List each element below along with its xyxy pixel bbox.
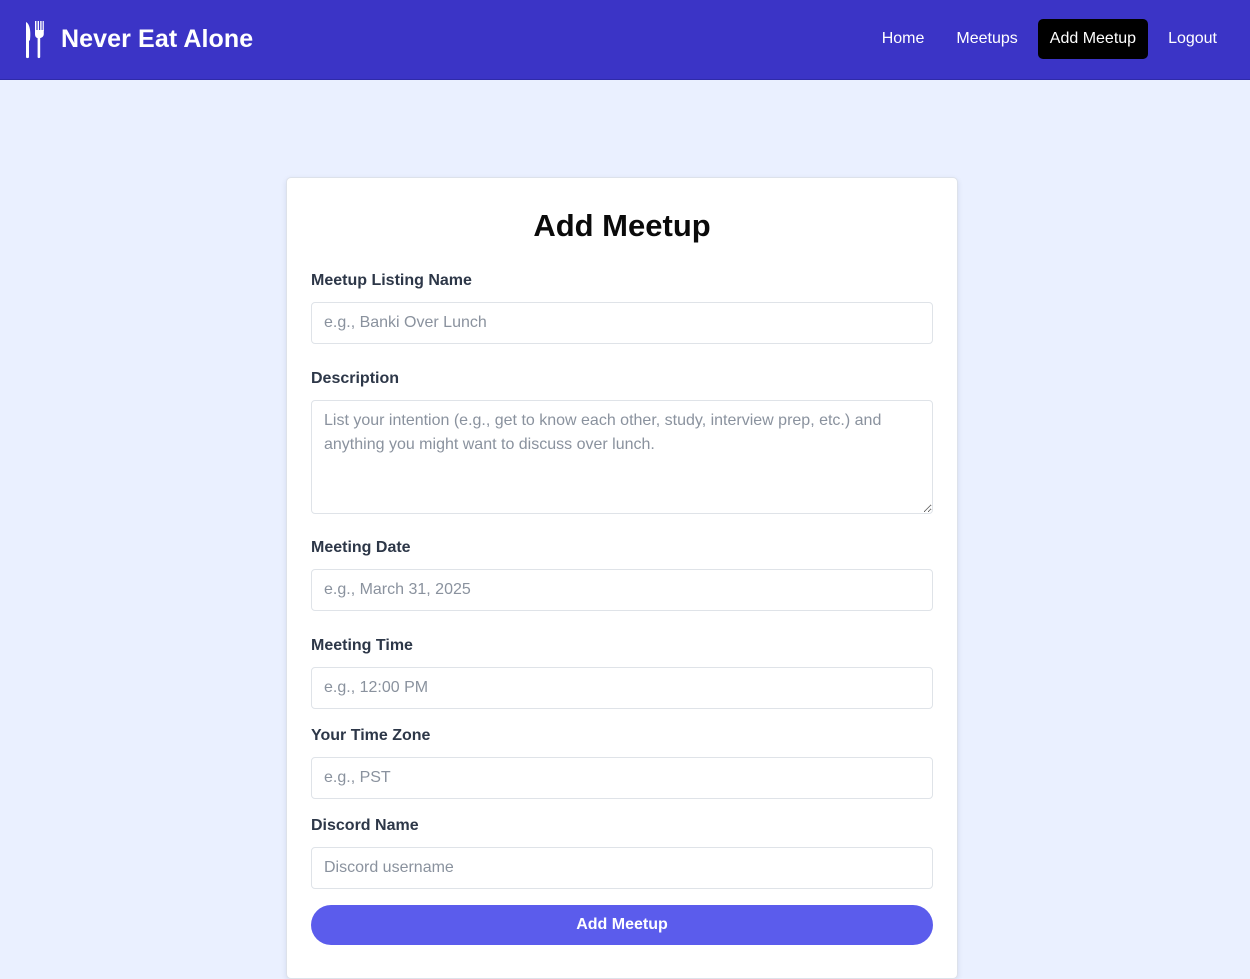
top-navbar: Never Eat Alone Home Meetups Add Meetup …	[0, 0, 1250, 80]
meetup-name-label: Meetup Listing Name	[311, 272, 472, 289]
brand[interactable]: Never Eat Alone	[24, 18, 253, 60]
meeting-time-label: Meeting Time	[311, 637, 413, 654]
nav-links: Home Meetups Add Meetup Logout	[862, 19, 1229, 59]
nav-add-meetup[interactable]: Add Meetup	[1037, 19, 1149, 59]
meeting-date-input[interactable]	[311, 569, 933, 611]
meeting-date-label: Meeting Date	[311, 539, 411, 556]
brand-title: Never Eat Alone	[61, 24, 254, 53]
time-zone-input[interactable]	[311, 757, 933, 799]
add-meetup-button[interactable]: Add Meetup	[311, 905, 933, 945]
nav-meetups[interactable]: Meetups	[944, 19, 1029, 59]
description-label: Description	[311, 370, 400, 387]
discord-name-label: Discord Name	[311, 817, 419, 834]
page-title: Add Meetup	[533, 208, 711, 243]
meetup-name-input[interactable]	[311, 302, 933, 344]
fork-knife-icon	[26, 21, 44, 59]
discord-name-input[interactable]	[311, 847, 933, 889]
nav-logout[interactable]: Logout	[1156, 19, 1229, 59]
add-meetup-card: Add Meetup Meetup Listing Name Descripti…	[286, 177, 958, 979]
nav-home[interactable]: Home	[870, 19, 937, 59]
meeting-time-input[interactable]	[311, 667, 933, 709]
time-zone-label: Your Time Zone	[311, 727, 431, 744]
description-textarea[interactable]	[311, 400, 933, 514]
